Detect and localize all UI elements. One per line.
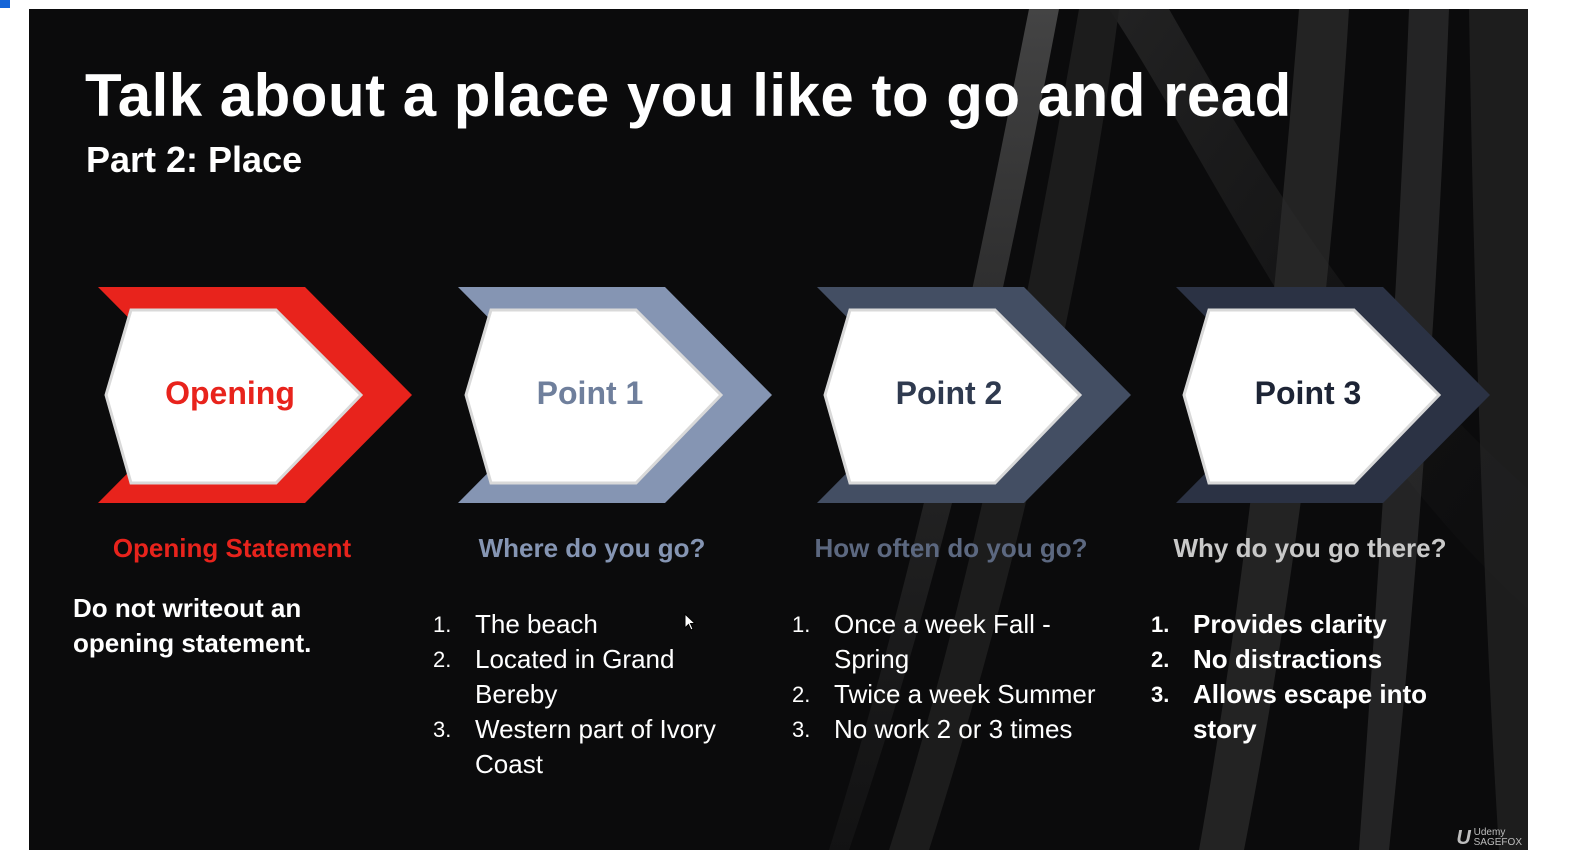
slide-title: Talk about a place you like to go and re… (85, 62, 1292, 129)
list-number: 1. (792, 612, 811, 637)
list-text: Allows escape into story (1193, 679, 1428, 744)
list-item: 3. Western part of Ivory Coast (433, 712, 763, 782)
mouse-pointer-icon (684, 613, 696, 631)
list-item: 1. Provides clarity (1151, 607, 1481, 642)
opening-question: Opening Statement (112, 533, 352, 563)
watermark-logo: U Udemy SAGEFOX (1456, 827, 1522, 849)
list-text: Provides clarity (1193, 609, 1387, 639)
list-number: 2. (1151, 647, 1170, 672)
presentation-slide: Talk about a place you like to go and re… (29, 9, 1528, 850)
point-2-label: Point 2 (895, 375, 1003, 411)
list-item: 3. Allows escape into story (1151, 677, 1481, 747)
list-item: 1. The beach (433, 607, 763, 642)
slide-subtitle: Part 2: Place (86, 139, 303, 180)
list-number: 3. (1151, 682, 1170, 707)
list-number: 3. (433, 717, 452, 742)
point-3-list: 1. Provides clarity 2. No distractions 3. A… (1151, 607, 1481, 747)
list-item: 1. Once a week Fall - Spring (792, 607, 1122, 677)
list-item: 2. Located in Grand Bereby (433, 642, 763, 712)
corner-indicator (0, 0, 10, 8)
point-2-chevron: Point 2 (817, 287, 1131, 507)
opening-label: Opening (165, 375, 295, 411)
list-number: 2. (433, 647, 452, 672)
watermark-line-2: SAGEFOX (1473, 837, 1522, 848)
point-1-list: 1. The beach 2. Located in Grand Bereby 3.… (433, 607, 763, 782)
list-text: The beach (475, 609, 598, 639)
watermark-u-mark: U (1456, 827, 1471, 849)
list-text: Located in Grand Bereby (475, 644, 675, 709)
list-text: Twice a week Summer (834, 679, 1096, 709)
point-3-chevron: Point 3 (1176, 287, 1490, 507)
opening-chevron: Opening (98, 287, 412, 507)
list-text: No distractions (1193, 644, 1383, 674)
list-item: 3. No work 2 or 3 times (792, 712, 1122, 747)
point-2-list: 1. Once a week Fall - Spring 2. Twice a we… (792, 607, 1122, 747)
list-text: No work 2 or 3 times (834, 714, 1073, 744)
list-item: 2. Twice a week Summer (792, 677, 1122, 712)
list-text: Western part of Ivory Coast (475, 714, 716, 779)
opening-note: Do not writeout an opening statement. (73, 593, 312, 658)
point-3-question: Why do you go there? (1173, 533, 1447, 563)
point-1-label: Point 1 (536, 375, 644, 411)
list-number: 2. (792, 682, 811, 707)
list-item: 2. No distractions (1151, 642, 1481, 677)
list-text: Once a week Fall - Spring (834, 609, 1051, 674)
point-3-label: Point 3 (1254, 375, 1362, 411)
point-2-question: How often do you go? (814, 533, 1088, 563)
list-number: 3. (792, 717, 811, 742)
list-number: 1. (433, 612, 452, 637)
point-1-chevron: Point 1 (458, 287, 772, 507)
point-1-question: Where do you go? (478, 533, 706, 563)
list-number: 1. (1151, 612, 1170, 637)
